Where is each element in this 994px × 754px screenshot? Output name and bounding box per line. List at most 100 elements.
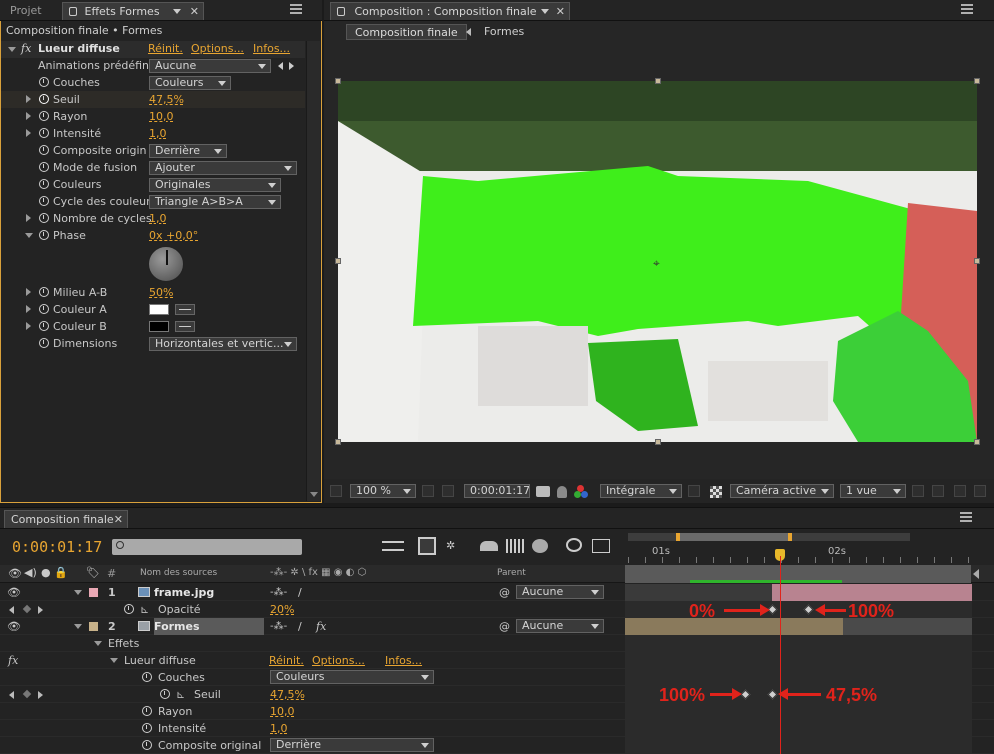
work-area-range[interactable] [676, 533, 792, 541]
eyedropper-icon[interactable] [175, 304, 195, 315]
eyedropper-icon[interactable] [175, 321, 195, 332]
next-keyframe-icon[interactable] [38, 606, 43, 614]
graph-icon[interactable]: ⊾ [176, 686, 185, 703]
expand-icon[interactable] [26, 322, 31, 330]
parent-select[interactable]: Aucune [516, 585, 604, 599]
stopwatch-icon[interactable] [142, 672, 152, 682]
property-value[interactable]: 20% [270, 601, 294, 618]
stopwatch-icon[interactable] [160, 689, 170, 699]
effect-property-row[interactable]: Dimensions Horizontales et vertic... [1, 335, 305, 352]
solo-icon[interactable]: ● [41, 566, 51, 579]
bounds-handle[interactable] [655, 439, 661, 445]
effect-property-row[interactable]: Intensité 1,0 [1, 125, 305, 142]
resolution-select[interactable]: Intégrale [600, 484, 682, 498]
composition-image[interactable]: ⌖ [338, 81, 977, 442]
expand-icon[interactable] [26, 214, 31, 222]
stopwatch-icon[interactable] [39, 338, 49, 348]
bounds-handle[interactable] [335, 439, 341, 445]
flowchart-icon[interactable] [974, 485, 986, 497]
fx-icon[interactable]: fx [316, 618, 326, 635]
breadcrumb-active[interactable]: Composition finale [346, 24, 467, 40]
options-link[interactable]: Options... [191, 42, 244, 55]
property-value[interactable]: 50% [149, 284, 173, 301]
effect-property-row[interactable]: Couleur A [1, 301, 305, 318]
layer-name[interactable]: Formes [154, 618, 264, 635]
quality-switch-icon[interactable]: / [298, 618, 302, 635]
stopwatch-icon[interactable] [39, 77, 49, 87]
visibility-eye-icon[interactable]: 👁 [7, 584, 21, 601]
effect-property-row[interactable]: Composite origin Derrière [1, 142, 305, 159]
camera-select[interactable]: Caméra active [730, 484, 834, 498]
toggle-pixel-aspect-icon[interactable] [912, 485, 924, 497]
audio-icon[interactable]: ◀) [24, 566, 37, 579]
property-dropdown[interactable]: Couleurs [149, 76, 231, 90]
property-dropdown[interactable]: Triangle A>B>A [149, 195, 281, 209]
layer-expand-icon[interactable] [74, 624, 82, 629]
viewer[interactable]: ⌖ [324, 43, 994, 479]
effect-property-row[interactable]: Couches Couleurs [1, 74, 305, 91]
stopwatch-icon[interactable] [39, 287, 49, 297]
layer-name[interactable]: frame.jpg [154, 584, 264, 601]
transparency-grid-icon[interactable] [710, 486, 722, 498]
effect-property-row[interactable]: Cycle des couleur Triangle A>B>A [1, 193, 305, 210]
property-value[interactable]: 0x +0,0° [149, 227, 198, 244]
stopwatch-icon[interactable] [142, 740, 152, 750]
property-value[interactable]: 10,0 [270, 703, 295, 720]
stopwatch-icon[interactable] [39, 128, 49, 138]
expand-icon[interactable] [26, 112, 31, 120]
grid-icon[interactable] [330, 485, 342, 497]
reset-link[interactable]: Réinit. [269, 652, 304, 669]
effect-property-row[interactable]: Animations prédéfini Aucune [1, 57, 305, 74]
eye-icon[interactable]: 👁 [8, 567, 22, 580]
expand-icon[interactable] [25, 233, 33, 238]
parent-header[interactable]: Parent [497, 568, 526, 578]
time-nav-end[interactable] [973, 569, 979, 579]
lock-icon[interactable] [69, 7, 77, 16]
graph-editor-icon[interactable] [592, 539, 610, 553]
expand-icon[interactable] [110, 658, 118, 663]
expand-icon[interactable] [94, 641, 102, 646]
bounds-handle[interactable] [335, 258, 341, 264]
property-value[interactable]: 1,0 [149, 210, 167, 227]
region-of-interest-icon[interactable] [688, 485, 700, 497]
views-select[interactable]: 1 vue [840, 484, 906, 498]
scroll-down-icon[interactable] [310, 492, 318, 497]
stopwatch-icon[interactable] [39, 196, 49, 206]
reset-link[interactable]: Réinit. [148, 42, 183, 55]
tab-effects[interactable]: Effets Formes ✕ [62, 2, 204, 20]
panel-menu-icon[interactable] [961, 4, 973, 14]
effect-row[interactable]: fx Lueur diffuse Réinit. Options... Infos... [0, 652, 994, 669]
visibility-eye-icon[interactable]: 👁 [7, 618, 21, 635]
effect-collapse-icon[interactable] [8, 47, 16, 52]
property-dropdown[interactable]: Derrière [149, 144, 227, 158]
auto-keyframe-icon[interactable] [566, 538, 582, 552]
layer-duration-bar[interactable] [772, 584, 972, 601]
bounds-handle[interactable] [974, 439, 980, 445]
stopwatch-icon[interactable] [39, 230, 49, 240]
effect-property-row[interactable]: Mode de fusion Ajouter [1, 159, 305, 176]
layer-row[interactable]: 👁 1 frame.jpg -⁂- / @ Aucune [0, 584, 994, 601]
property-dropdown[interactable]: Aucune [149, 59, 271, 73]
fx-icon[interactable]: fx [8, 652, 18, 669]
property-dropdown[interactable]: Couleurs [270, 670, 434, 684]
property-dropdown[interactable]: Ajouter [149, 161, 297, 175]
fast-previews-icon[interactable] [932, 485, 944, 497]
stopwatch-icon[interactable] [39, 94, 49, 104]
infos-link[interactable]: Infos... [385, 652, 422, 669]
infos-link[interactable]: Infos... [253, 42, 290, 55]
label-icon[interactable]: 🏷 [86, 566, 100, 579]
property-value[interactable]: 1,0 [149, 125, 167, 142]
stopwatch-icon[interactable] [39, 162, 49, 172]
pickwhip-icon[interactable]: @ [499, 584, 510, 601]
tab-composition[interactable]: Composition : Composition finale ✕ [330, 2, 570, 20]
graph-icon[interactable]: ⊾ [140, 601, 149, 618]
property-row[interactable]: Intensité 1,0 [0, 720, 994, 737]
layer-row[interactable]: 👁 2 Formes -⁂- / fx @ Aucune [0, 618, 994, 635]
effect-property-row[interactable]: Couleur B [1, 318, 305, 335]
property-dropdown[interactable]: Originales [149, 178, 281, 192]
tab-project[interactable]: Projet [4, 2, 48, 20]
brainstorm-icon[interactable] [532, 539, 548, 553]
quality-switch-icon[interactable]: / [298, 584, 302, 601]
effect-property-row[interactable]: Rayon 10,0 [1, 108, 305, 125]
lock-icon[interactable] [337, 7, 345, 16]
